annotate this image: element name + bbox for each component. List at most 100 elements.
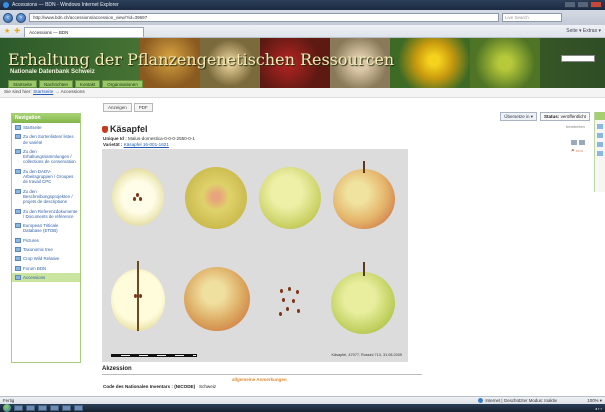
portlet-folder-icon[interactable] xyxy=(597,151,603,156)
folder-icon xyxy=(15,256,21,262)
taskbar-app-icon[interactable] xyxy=(74,405,83,411)
site-search-input[interactable] xyxy=(561,55,595,62)
sidebar-item-label: Crop Wild Relative xyxy=(23,256,60,262)
sidebar-item[interactable]: Taxonomic tree xyxy=(12,245,80,254)
zoom-control[interactable]: 100% ▾ xyxy=(587,397,602,404)
breadcrumb-prefix: Sie sind hier: xyxy=(4,90,32,95)
sidebar-item[interactable]: Zu den Erhaltungssammlungen / collection… xyxy=(12,147,80,167)
status-value: veröffentlicht xyxy=(560,114,586,119)
window-controls xyxy=(564,1,602,8)
apple-top-view xyxy=(259,167,321,229)
add-favorite-icon[interactable]: ✚ xyxy=(14,27,20,35)
apple-side-view-2 xyxy=(184,267,250,331)
url-field[interactable]: http://www.bdn.ch/accessions/accession_v… xyxy=(29,13,499,22)
send-icon[interactable] xyxy=(571,140,577,145)
apple-core-seeds xyxy=(133,197,136,201)
security-zone: Internet | Geschützter Modus: Inaktiv xyxy=(478,397,557,404)
apple-seed xyxy=(292,299,295,303)
accession-ids: Unique Id : Malus-domestica-0-0-0-2550-0… xyxy=(103,136,195,147)
sidebar-item[interactable]: Zu den Beschreibungsprojekten / projets … xyxy=(12,187,80,207)
print-icon[interactable] xyxy=(579,140,585,145)
apple-core-seeds xyxy=(139,197,142,201)
sidebar-item[interactable]: Zu den Referenzdokumente / Documents de … xyxy=(12,207,80,222)
taskbar-app-icon[interactable] xyxy=(26,405,35,411)
minimize-button[interactable] xyxy=(564,1,576,8)
apple-seed xyxy=(297,309,300,313)
taskbar-app-icon[interactable] xyxy=(62,405,71,411)
folder-icon xyxy=(15,208,21,214)
taskbar-app-icon[interactable] xyxy=(50,405,59,411)
security-zone-text: Internet | Geschützter Modus: Inaktiv xyxy=(485,398,557,403)
edit-link[interactable]: bearbeiten xyxy=(566,124,585,129)
apple-seed xyxy=(282,298,285,302)
status-badge[interactable]: Status: veröffentlicht xyxy=(540,112,590,121)
sidebar-item-label: Startseite xyxy=(23,125,42,130)
taskbar-app-icon[interactable] xyxy=(14,405,23,411)
apple-top-view-2 xyxy=(331,272,395,334)
apple-seed xyxy=(280,289,283,293)
sidebar-item-label: European Triticale Database (ETDB) xyxy=(23,223,59,234)
apple-stem xyxy=(363,262,365,276)
tab-anzeigen[interactable]: Anzeigen xyxy=(103,103,132,112)
apple-bottom-view xyxy=(185,167,247,229)
forward-button[interactable]: › xyxy=(16,12,26,23)
topnav-nachrichten[interactable]: Nachrichten xyxy=(39,80,74,88)
maximize-button[interactable] xyxy=(577,1,589,8)
language-flags[interactable]: ⚑ ▭▭ xyxy=(571,148,583,153)
forum-icon xyxy=(15,265,21,271)
sidebar-item-label: Zu den Erhaltungssammlungen / collection… xyxy=(23,148,76,165)
translate-dropdown[interactable]: Übersetze in ▾ xyxy=(500,112,538,121)
browser-statusbar: Fertig Internet | Geschützter Modus: Ina… xyxy=(0,396,605,404)
topnav-startseite[interactable]: Startseite xyxy=(8,80,38,88)
tab-pdf[interactable]: PDF xyxy=(133,103,153,112)
system-tray[interactable]: ◂ ▪ ▪ xyxy=(595,406,602,411)
start-button[interactable] xyxy=(3,404,11,412)
apple-seed xyxy=(296,290,299,294)
portlet-folder-icon[interactable] xyxy=(597,142,603,147)
accession-photo: Käsapfel, 47077, Rossini 713, 31.08.2009 xyxy=(102,149,408,362)
sidebar-item[interactable]: Accessions xyxy=(12,272,80,283)
sidebar-item[interactable]: Crop Wild Relative xyxy=(12,254,80,263)
folder-icon xyxy=(15,148,21,154)
section-title: Akzession xyxy=(102,366,132,372)
browser-tab[interactable]: Accessions — BDN xyxy=(24,27,145,37)
search-input[interactable]: Live Search xyxy=(502,13,562,22)
variety-link[interactable]: Käsapfel 16-001-1621 xyxy=(124,142,169,147)
apple-seed xyxy=(279,312,282,316)
sidebar-item[interactable]: European Triticale Database (ETDB) xyxy=(12,221,80,236)
apple-seed xyxy=(286,307,289,311)
sidebar-item[interactable]: Startseite xyxy=(12,123,80,132)
topnav-organisationen[interactable]: Organisationen xyxy=(102,80,143,88)
back-button[interactable]: ‹ xyxy=(3,12,13,23)
sidebar-item-label: Zu den Sortenlisten/ listes de variété xyxy=(23,134,74,145)
taskbar-app-icon[interactable] xyxy=(38,405,47,411)
close-button[interactable] xyxy=(590,1,602,8)
home-icon xyxy=(15,125,21,130)
detail-row-label: Code des Nationalen Inventars : (NICODE) xyxy=(103,384,196,389)
section-divider xyxy=(102,374,422,375)
breadcrumb-accessions: Accessions xyxy=(60,90,85,95)
topnav-kontakt[interactable]: Kontakt xyxy=(75,80,101,88)
status-label: Status: xyxy=(544,114,560,119)
sidebar-item[interactable]: Pictures xyxy=(12,236,80,245)
portlet-folder-icon[interactable] xyxy=(597,133,603,138)
os-taskbar: ◂ ▪ ▪ xyxy=(0,404,605,412)
scale-bar xyxy=(111,354,197,357)
banner-title: Erhaltung der Pflanzengenetischen Ressou… xyxy=(8,50,395,69)
sidebar-item[interactable]: Zu den Sortenlisten/ listes de variété xyxy=(12,132,80,147)
sidebar-item[interactable]: Forum BDN xyxy=(12,264,80,273)
page-title-text: Käsapfel xyxy=(110,124,148,134)
favorites-star-icon[interactable]: ★ xyxy=(4,27,10,35)
folder-icon xyxy=(15,274,21,280)
status-text: Fertig xyxy=(3,398,15,403)
globe-icon xyxy=(478,398,484,404)
address-bar: ‹ › http://www.bdn.ch/accessions/accessi… xyxy=(0,10,605,25)
portlet-folder-icon[interactable] xyxy=(597,124,603,129)
view-tabs: Anzeigen PDF xyxy=(103,103,153,112)
breadcrumb-startseite[interactable]: Startseite xyxy=(33,90,53,95)
folder-icon xyxy=(15,188,21,194)
detail-row: Code des Nationalen Inventars : (NICODE)… xyxy=(103,384,423,389)
sidebar-item[interactable]: Zu den DADV-Arbeitsgruppen / Groupes de … xyxy=(12,167,80,187)
general-remarks-heading: allgemeine Anmerkungen xyxy=(232,377,287,382)
toolbar-commands[interactable]: Seite ▾ Extras ▾ xyxy=(566,28,601,34)
